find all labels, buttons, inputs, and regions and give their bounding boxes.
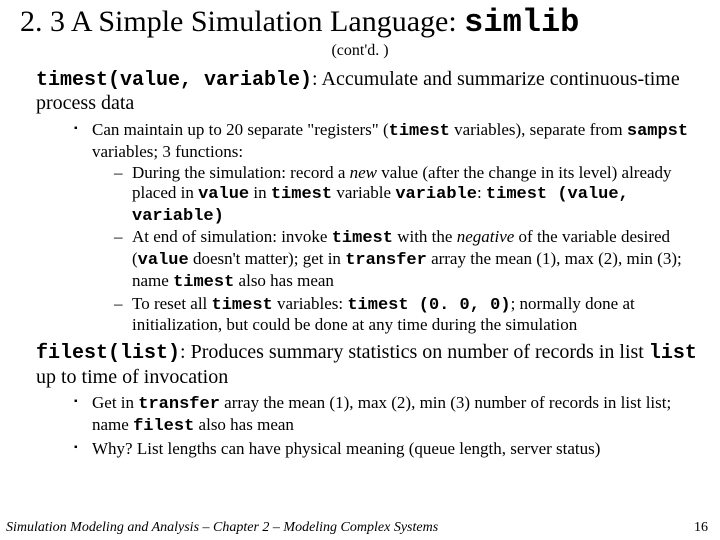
code: timest <box>271 185 332 204</box>
title-code: simlib <box>464 4 579 41</box>
page-number: 16 <box>694 520 708 536</box>
emphasis: negative <box>457 227 515 246</box>
filest-desc-pre: : Produces summary statistics on number … <box>180 341 649 363</box>
text: variables; 3 functions: <box>92 142 243 161</box>
body: timest(value, variable): Accumulate and … <box>18 68 702 459</box>
timest-heading: timest(value, variable): Accumulate and … <box>36 68 702 116</box>
list-item: Can maintain up to 20 separate "register… <box>74 120 702 335</box>
text: variables: <box>273 294 348 313</box>
code: timest <box>173 273 234 292</box>
emphasis: new <box>350 163 377 182</box>
code: transfer <box>345 251 427 270</box>
code: value <box>138 251 189 270</box>
code: timest (0. 0, 0) <box>347 296 510 315</box>
filest-desc-code: list <box>649 342 697 365</box>
list-item: Why? List lengths can have physical mean… <box>74 439 702 459</box>
text: Why? List lengths can have physical mean… <box>92 439 600 458</box>
code: timest <box>212 296 273 315</box>
filest-bullets: Get in transfer array the mean (1), max … <box>74 393 702 458</box>
text: doesn't matter); get in <box>189 249 346 268</box>
code: filest <box>133 417 194 436</box>
slide-title: 2. 3 A Simple Simulation Language: simli… <box>20 6 702 40</box>
list-item: During the simulation: record a new valu… <box>114 163 702 226</box>
code: variable <box>395 185 477 204</box>
code: transfer <box>138 395 220 414</box>
text: During the simulation: record a <box>132 163 350 182</box>
footer-text: Simulation Modeling and Analysis – Chapt… <box>6 520 438 535</box>
list-item: Get in transfer array the mean (1), max … <box>74 393 702 436</box>
title-text: A Simple Simulation Language: <box>71 5 457 38</box>
code: timest <box>332 229 393 248</box>
timest-signature: timest(value, variable) <box>36 69 312 92</box>
section-number: 2. 3 <box>20 5 65 38</box>
timest-sublist: During the simulation: record a new valu… <box>114 163 702 335</box>
list-item: To reset all timest variables: timest (0… <box>114 294 702 335</box>
code: value <box>198 185 249 204</box>
code: timest <box>389 122 450 141</box>
continued-label: (cont'd. ) <box>18 42 702 60</box>
text: in <box>249 183 271 202</box>
timest-bullets: Can maintain up to 20 separate "register… <box>74 120 702 335</box>
text: also has mean <box>194 415 294 434</box>
text: also has mean <box>234 271 334 290</box>
filest-signature: filest(list) <box>36 342 180 365</box>
text: Can maintain up to 20 separate "register… <box>92 120 389 139</box>
text: : <box>477 183 486 202</box>
code: sampst <box>627 122 688 141</box>
text: At end of simulation: invoke <box>132 227 332 246</box>
list-item: At end of simulation: invoke timest with… <box>114 227 702 292</box>
filest-desc-post: up to time of invocation <box>36 366 228 388</box>
footer: Simulation Modeling and Analysis – Chapt… <box>6 520 714 536</box>
text: with the <box>393 227 457 246</box>
slide: 2. 3 A Simple Simulation Language: simli… <box>0 0 720 540</box>
filest-heading: filest(list): Produces summary statistic… <box>36 341 702 389</box>
text: variable <box>332 183 395 202</box>
text: To reset all <box>132 294 212 313</box>
text: Get in <box>92 393 138 412</box>
text: variables), separate from <box>450 120 627 139</box>
